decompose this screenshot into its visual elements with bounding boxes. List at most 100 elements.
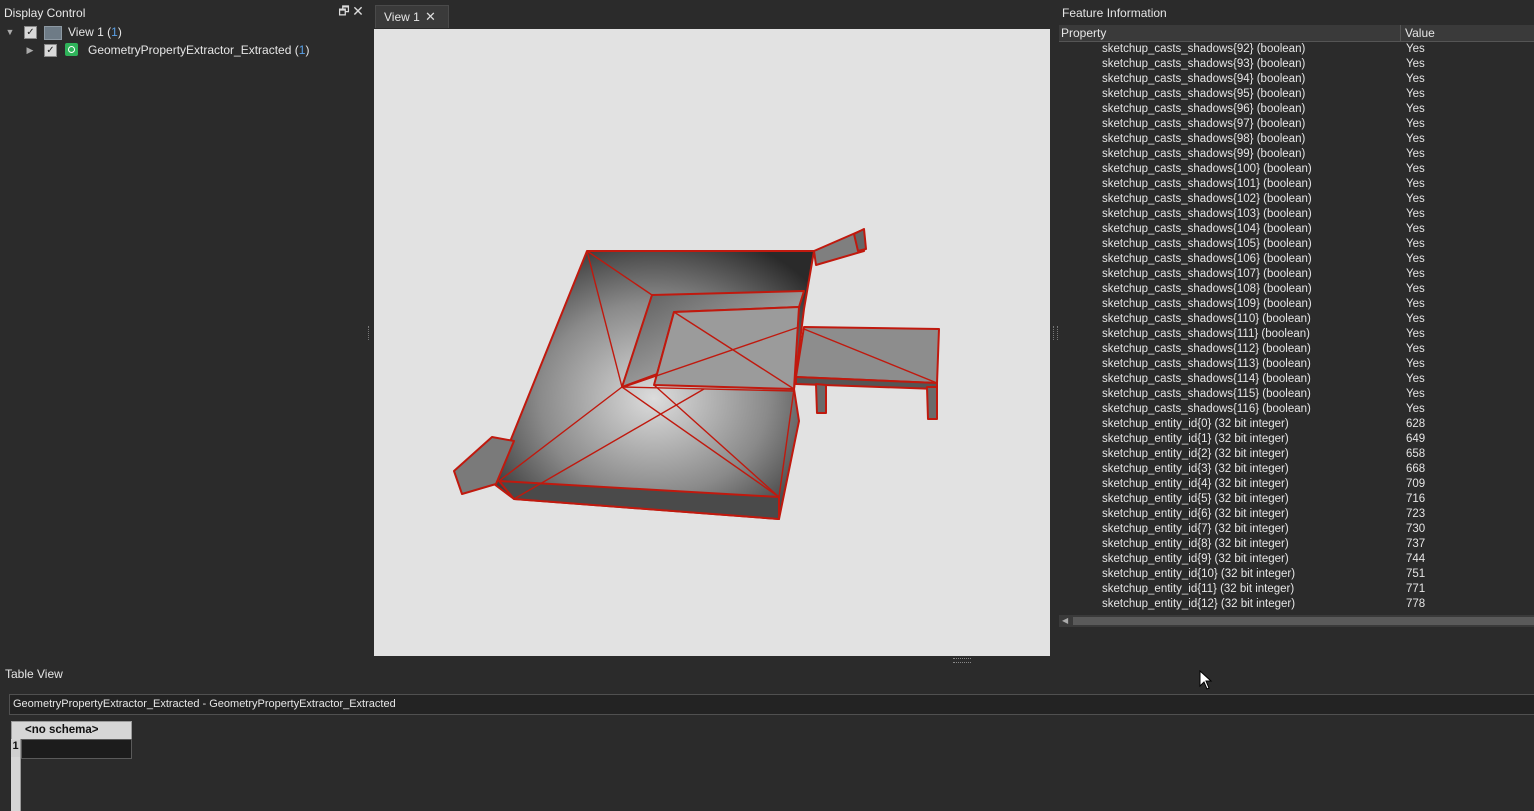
tree-item-layer[interactable]: ▶ ✓ GeometryPropertyExtractor_Extracted … xyxy=(0,41,368,59)
feature-value: Yes xyxy=(1406,88,1425,100)
checkbox-checked-icon[interactable]: ✓ xyxy=(24,26,37,39)
feature-value: Yes xyxy=(1406,358,1425,370)
feature-row[interactable]: sketchup_casts_shadows{105} (boolean) Yes xyxy=(1059,237,1534,252)
feature-row[interactable]: sketchup_casts_shadows{114} (boolean) Yes xyxy=(1059,372,1534,387)
tab-close-icon[interactable]: ✕ xyxy=(425,9,436,25)
3d-view-canvas[interactable] xyxy=(374,29,1050,656)
feature-property: sketchup_casts_shadows{100} (boolean) xyxy=(1102,163,1312,175)
feature-row[interactable]: sketchup_casts_shadows{113} (boolean) Yes xyxy=(1059,357,1534,372)
column-header-property[interactable]: Property xyxy=(1061,26,1106,40)
feature-row[interactable]: sketchup_casts_shadows{98} (boolean) Yes xyxy=(1059,132,1534,147)
feature-property: sketchup_casts_shadows{94} (boolean) xyxy=(1102,73,1306,85)
feature-property: sketchup_casts_shadows{99} (boolean) xyxy=(1102,148,1306,160)
feature-property: sketchup_casts_shadows{111} (boolean) xyxy=(1102,328,1310,340)
feature-row[interactable]: sketchup_casts_shadows{93} (boolean) Yes xyxy=(1059,57,1534,72)
feature-row[interactable]: sketchup_casts_shadows{107} (boolean) Yes xyxy=(1059,267,1534,282)
feature-property: sketchup_casts_shadows{98} (boolean) xyxy=(1102,133,1306,145)
table-view-title: Table View xyxy=(5,667,63,681)
tab-view-1[interactable]: View 1 ✕ xyxy=(375,5,449,28)
feature-row[interactable]: sketchup_entity_id{12} (32 bit integer) 7… xyxy=(1059,597,1534,612)
feature-row[interactable]: sketchup_casts_shadows{102} (boolean) Yes xyxy=(1059,192,1534,207)
chevron-right-icon[interactable]: ▶ xyxy=(25,41,35,59)
feature-row[interactable]: sketchup_entity_id{9} (32 bit integer) 74… xyxy=(1059,552,1534,567)
feature-row[interactable]: sketchup_casts_shadows{92} (boolean) Yes xyxy=(1059,42,1534,57)
feature-value: Yes xyxy=(1406,238,1425,250)
row-number[interactable]: 1 xyxy=(11,740,20,757)
feature-row[interactable]: sketchup_entity_id{1} (32 bit integer) 64… xyxy=(1059,432,1534,447)
feature-value: Yes xyxy=(1406,298,1425,310)
feature-row[interactable]: sketchup_casts_shadows{108} (boolean) Yes xyxy=(1059,282,1534,297)
feature-row[interactable]: sketchup_casts_shadows{96} (boolean) Yes xyxy=(1059,102,1534,117)
feature-row[interactable]: sketchup_casts_shadows{97} (boolean) Yes xyxy=(1059,117,1534,132)
dataset-selector[interactable]: GeometryPropertyExtractor_Extracted - Ge… xyxy=(9,694,1534,715)
float-icon[interactable]: 🗗 xyxy=(338,5,350,17)
feature-row[interactable]: sketchup_casts_shadows{106} (boolean) Yes xyxy=(1059,252,1534,267)
feature-property: sketchup_entity_id{2} (32 bit integer) xyxy=(1102,448,1289,460)
feature-row[interactable]: sketchup_casts_shadows{111} (boolean) Yes xyxy=(1059,327,1534,342)
feature-property: sketchup_casts_shadows{109} (boolean) xyxy=(1102,298,1312,310)
feature-row[interactable]: sketchup_casts_shadows{104} (boolean) Yes xyxy=(1059,222,1534,237)
feature-row[interactable]: sketchup_entity_id{8} (32 bit integer) 73… xyxy=(1059,537,1534,552)
feature-property: sketchup_casts_shadows{114} (boolean) xyxy=(1102,373,1311,385)
table-grid[interactable] xyxy=(9,721,1534,811)
feature-row[interactable]: sketchup_entity_id{3} (32 bit integer) 66… xyxy=(1059,462,1534,477)
feature-row[interactable]: sketchup_casts_shadows{116} (boolean) Yes xyxy=(1059,402,1534,417)
feature-property: sketchup_casts_shadows{113} (boolean) xyxy=(1102,358,1311,370)
column-header-schema-label: <no schema> xyxy=(25,724,99,736)
feature-property: sketchup_entity_id{0} (32 bit integer) xyxy=(1102,418,1289,430)
feature-property: sketchup_casts_shadows{103} (boolean) xyxy=(1102,208,1312,220)
feature-value: Yes xyxy=(1406,73,1425,85)
feature-value: Yes xyxy=(1406,208,1425,220)
feature-row[interactable]: sketchup_casts_shadows{103} (boolean) Yes xyxy=(1059,207,1534,222)
column-header-schema[interactable]: <no schema> xyxy=(11,721,132,740)
feature-property: sketchup_entity_id{12} (32 bit integer) xyxy=(1102,598,1296,610)
feature-row[interactable]: sketchup_casts_shadows{99} (boolean) Yes xyxy=(1059,147,1534,162)
feature-value: Yes xyxy=(1406,388,1425,400)
feature-table-body: sketchup_casts_shadows{92} (boolean) Yes s… xyxy=(1059,42,1534,612)
feature-value: 744 xyxy=(1406,553,1426,565)
scrollbar-thumb[interactable] xyxy=(1073,617,1534,625)
feature-row[interactable]: sketchup_casts_shadows{100} (boolean) Yes xyxy=(1059,162,1534,177)
horizontal-scrollbar[interactable]: ◀ xyxy=(1059,615,1534,627)
feature-row[interactable]: sketchup_entity_id{0} (32 bit integer) 62… xyxy=(1059,417,1534,432)
tree-item-view[interactable]: ▼ ✓ View 1 (1) xyxy=(0,23,368,41)
feature-row[interactable]: sketchup_casts_shadows{112} (boolean) Yes xyxy=(1059,342,1534,357)
chevron-down-icon[interactable]: ▼ xyxy=(5,23,15,41)
layer-icon xyxy=(65,43,78,56)
feature-value: 730 xyxy=(1406,523,1426,535)
close-icon[interactable]: ✕ xyxy=(352,4,364,18)
feature-information-title: Feature Information xyxy=(1062,6,1167,20)
feature-property: sketchup_entity_id{10} (32 bit integer) xyxy=(1102,568,1296,580)
feature-row[interactable]: sketchup_casts_shadows{110} (boolean) Yes xyxy=(1059,312,1534,327)
feature-row[interactable]: sketchup_casts_shadows{109} (boolean) Yes xyxy=(1059,297,1534,312)
display-control-panel: Display Control 🗗 ✕ ▼ ✓ View 1 (1) ▶ ✓ G… xyxy=(0,0,368,660)
feature-row[interactable]: sketchup_entity_id{4} (32 bit integer) 70… xyxy=(1059,477,1534,492)
feature-row[interactable]: sketchup_casts_shadows{115} (boolean) Yes xyxy=(1059,387,1534,402)
table-cell[interactable] xyxy=(21,739,132,759)
feature-property: sketchup_entity_id{7} (32 bit integer) xyxy=(1102,523,1289,535)
feature-row[interactable]: sketchup_entity_id{5} (32 bit integer) 71… xyxy=(1059,492,1534,507)
column-header-value[interactable]: Value xyxy=(1405,26,1435,40)
feature-value: Yes xyxy=(1406,43,1425,55)
feature-property: sketchup_entity_id{9} (32 bit integer) xyxy=(1102,553,1289,565)
feature-row[interactable]: sketchup_entity_id{2} (32 bit integer) 65… xyxy=(1059,447,1534,462)
3d-model-wireframe[interactable] xyxy=(374,29,1050,656)
scroll-left-icon[interactable]: ◀ xyxy=(1062,615,1068,627)
feature-property: sketchup_casts_shadows{116} (boolean) xyxy=(1102,403,1311,415)
feature-row[interactable]: sketchup_casts_shadows{95} (boolean) Yes xyxy=(1059,87,1534,102)
feature-row[interactable]: sketchup_entity_id{11} (32 bit integer) 7… xyxy=(1059,582,1534,597)
feature-property: sketchup_casts_shadows{102} (boolean) xyxy=(1102,193,1312,205)
column-divider[interactable] xyxy=(1400,25,1401,41)
feature-row[interactable]: sketchup_entity_id{6} (32 bit integer) 72… xyxy=(1059,507,1534,522)
feature-row[interactable]: sketchup_casts_shadows{101} (boolean) Yes xyxy=(1059,177,1534,192)
feature-row[interactable]: sketchup_entity_id{10} (32 bit integer) 7… xyxy=(1059,567,1534,582)
feature-row[interactable]: sketchup_casts_shadows{94} (boolean) Yes xyxy=(1059,72,1534,87)
feature-row[interactable]: sketchup_entity_id{7} (32 bit integer) 73… xyxy=(1059,522,1534,537)
feature-value: Yes xyxy=(1406,193,1425,205)
feature-value: Yes xyxy=(1406,178,1425,190)
feature-property: sketchup_entity_id{5} (32 bit integer) xyxy=(1102,493,1289,505)
feature-property: sketchup_casts_shadows{107} (boolean) xyxy=(1102,268,1312,280)
panel-splitter-bottom[interactable] xyxy=(953,658,971,663)
checkbox-checked-icon[interactable]: ✓ xyxy=(44,44,57,57)
feature-property: sketchup_casts_shadows{105} (boolean) xyxy=(1102,238,1312,250)
